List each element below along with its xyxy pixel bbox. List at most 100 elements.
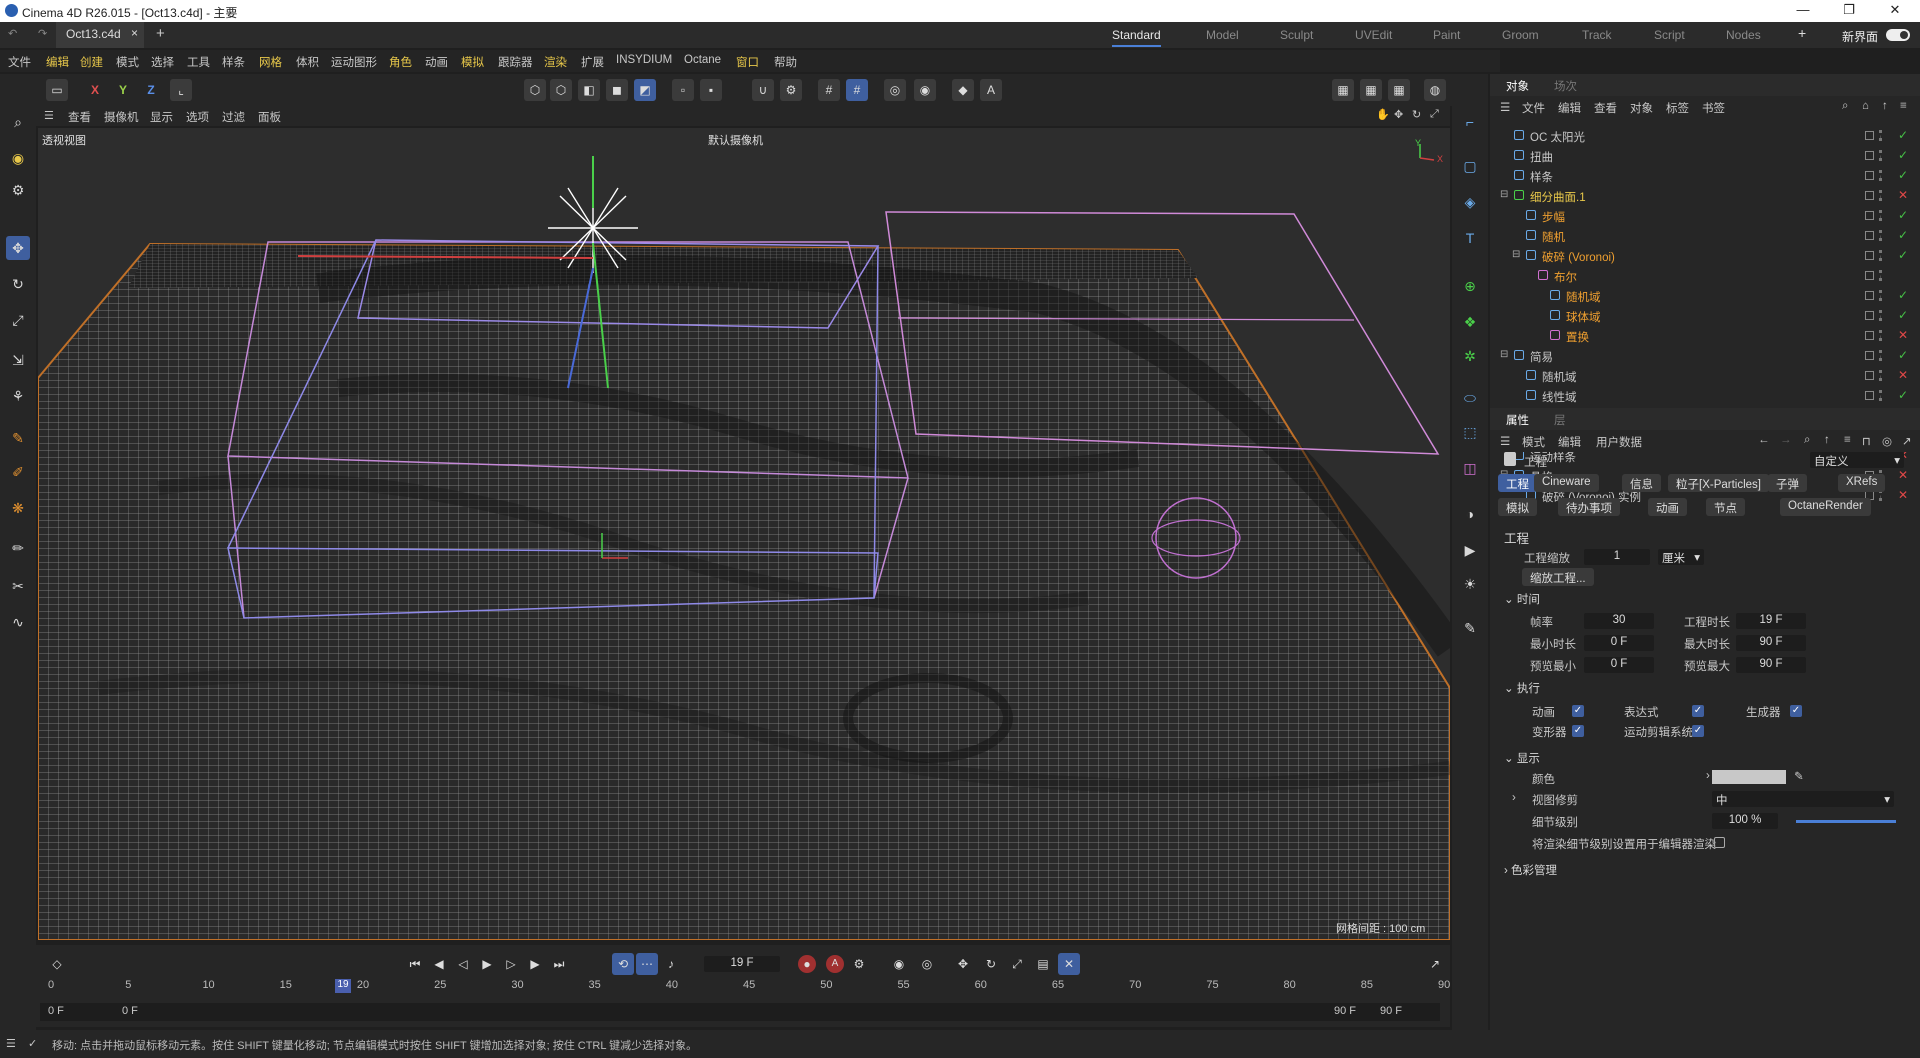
autokey-icon[interactable]: A: [826, 955, 844, 973]
viewport-camera-label[interactable]: 默认摄像机: [708, 132, 763, 148]
enabled-check-icon[interactable]: ✓: [1898, 209, 1910, 221]
object-row[interactable]: ⊟ 细分曲面.1 ✕: [1490, 186, 1920, 206]
document-tab[interactable]: Oct13.c4d ×: [56, 22, 144, 48]
menu-mesh[interactable]: 网格: [259, 54, 282, 70]
prev-frame-icon[interactable]: ◁: [452, 953, 474, 975]
enabled-check-icon[interactable]: ✓: [1898, 289, 1910, 301]
enabled-check-icon[interactable]: ✓: [1898, 389, 1910, 401]
layout-track[interactable]: Track: [1582, 28, 1612, 42]
move-camera-icon[interactable]: ✥: [1394, 108, 1403, 121]
live-select-icon[interactable]: ◉: [6, 146, 30, 170]
vp-menu-view[interactable]: 查看: [68, 109, 91, 125]
object-row[interactable]: 球体域 ✓: [1490, 306, 1920, 326]
preview-max-field[interactable]: 90 F: [1736, 657, 1806, 673]
visibility-dots[interactable]: [1879, 250, 1884, 261]
menu-spline[interactable]: 样条: [222, 54, 245, 70]
om-menu-bookmarks[interactable]: 书签: [1702, 100, 1725, 116]
render-region-icon[interactable]: ▦: [1332, 79, 1354, 101]
preview-min-field[interactable]: 0 F: [1584, 657, 1654, 673]
close-button[interactable]: ✕: [1872, 0, 1918, 22]
vp-menu-camera[interactable]: 摄像机: [104, 109, 139, 125]
texture-mode-icon[interactable]: ▪: [700, 79, 722, 101]
tab-takes[interactable]: 场次: [1554, 78, 1577, 94]
enabled-check-icon[interactable]: ✓: [1898, 249, 1910, 261]
expand-toggle-icon[interactable]: ⊟: [1500, 189, 1508, 200]
vp-menu-panel[interactable]: 面板: [258, 109, 281, 125]
visibility-dots[interactable]: [1879, 210, 1884, 221]
om-search-icon[interactable]: ⌕: [1842, 100, 1848, 113]
menu-character[interactable]: 角色: [389, 54, 412, 70]
plane-icon[interactable]: ▢: [1458, 154, 1482, 178]
vp-menu-options[interactable]: 选项: [186, 109, 209, 125]
detail-slider[interactable]: [1796, 820, 1896, 823]
render-settings-icon[interactable]: ▦: [1388, 79, 1410, 101]
menu-select[interactable]: 选择: [151, 54, 174, 70]
workplane-snap-icon[interactable]: #: [846, 79, 868, 101]
am-up-icon[interactable]: ↑: [1824, 434, 1830, 446]
new-ui-toggle[interactable]: [1886, 29, 1910, 41]
add-layout-icon[interactable]: +: [1798, 25, 1806, 41]
scene-icon[interactable]: ◑: [1458, 502, 1482, 526]
loop-icon[interactable]: ⟲: [612, 953, 634, 975]
axis-tool-icon[interactable]: ⚘: [6, 384, 30, 408]
object-row[interactable]: 线性域 ✓: [1490, 386, 1920, 406]
camera-icon[interactable]: ▶: [1458, 538, 1482, 562]
menu-animate[interactable]: 动画: [425, 54, 448, 70]
property-tab[interactable]: 动画: [1648, 498, 1687, 516]
expand-toggle-icon[interactable]: ⊟: [1500, 349, 1508, 360]
om-menu-object[interactable]: 对象: [1630, 100, 1653, 116]
viewport-hamburger-icon[interactable]: ☰: [44, 109, 54, 122]
key-pla-icon[interactable]: ✕: [1058, 953, 1080, 975]
vp-menu-display[interactable]: 显示: [150, 109, 173, 125]
visibility-dots[interactable]: [1879, 150, 1884, 161]
exec-expressions-checkbox[interactable]: ✓: [1692, 705, 1704, 717]
enabled-check-icon[interactable]: ✓: [1898, 349, 1910, 361]
section-color-management[interactable]: › 色彩管理: [1504, 862, 1557, 878]
octane-icon[interactable]: ◍: [1424, 79, 1446, 101]
visibility-dots[interactable]: [1879, 170, 1884, 181]
menu-mode[interactable]: 模式: [116, 54, 139, 70]
am-filter-icon[interactable]: ≡: [1844, 434, 1851, 446]
duration-field[interactable]: 19 F: [1736, 613, 1806, 629]
layer-edit-icon[interactable]: [1865, 311, 1874, 320]
preview-range-icon[interactable]: ⋯: [636, 953, 658, 975]
layout-script[interactable]: Script: [1654, 28, 1685, 42]
object-row[interactable]: 随机域 ✕: [1490, 366, 1920, 386]
visibility-dots[interactable]: [1879, 390, 1884, 401]
field-icon[interactable]: ⬚: [1458, 420, 1482, 444]
object-row[interactable]: 随机 ✓: [1490, 226, 1920, 246]
object-row[interactable]: OC 太阳光 ✓: [1490, 126, 1920, 146]
object-row[interactable]: 步幅 ✓: [1490, 206, 1920, 226]
go-to-end-icon[interactable]: ⏭: [548, 953, 570, 975]
time-ruler[interactable]: 0 5 10 15 20 25 30 35 40 45 50 55 60 65 70 75 80 85 90 19: [48, 979, 1450, 995]
menu-insydium[interactable]: INSYDIUM: [616, 54, 672, 66]
layout-groom[interactable]: Groom: [1502, 28, 1539, 42]
visibility-dots[interactable]: [1879, 270, 1884, 281]
visibility-dots[interactable]: [1879, 230, 1884, 241]
exec-generators-checkbox[interactable]: ✓: [1790, 705, 1802, 717]
scale-field[interactable]: 1: [1584, 549, 1650, 565]
layer-edit-icon[interactable]: [1865, 331, 1874, 340]
am-search-icon[interactable]: ⌕: [1804, 434, 1810, 447]
expand-toggle-icon[interactable]: ⊟: [1512, 249, 1520, 260]
layer-edit-icon[interactable]: [1865, 391, 1874, 400]
minimize-button[interactable]: —: [1780, 0, 1826, 22]
object-row[interactable]: ⊟ 简易 ✓: [1490, 346, 1920, 366]
menu-tools[interactable]: 工具: [187, 54, 210, 70]
visibility-dots[interactable]: [1879, 130, 1884, 141]
exec-deformers-checkbox[interactable]: ✓: [1572, 725, 1584, 737]
points-mode-icon[interactable]: ⬡: [524, 79, 546, 101]
min-time-field[interactable]: 0 F: [1584, 635, 1654, 651]
property-tab[interactable]: 信息: [1622, 474, 1661, 492]
menu-octane[interactable]: Octane: [684, 54, 721, 66]
om-menu-file[interactable]: 文件: [1522, 100, 1545, 116]
play-icon[interactable]: ▶: [476, 953, 498, 975]
om-filter-icon[interactable]: ≡: [1900, 100, 1907, 112]
menu-help[interactable]: 帮助: [774, 54, 797, 70]
visibility-dots[interactable]: [1879, 330, 1884, 341]
layout-nodes[interactable]: Nodes: [1726, 28, 1761, 42]
am-menu-userdata[interactable]: 用户数据: [1596, 434, 1642, 450]
am-back-icon[interactable]: ←: [1758, 434, 1770, 446]
object-mode-icon[interactable]: ◩: [634, 79, 656, 101]
scale-project-button[interactable]: 缩放工程...: [1522, 568, 1594, 586]
